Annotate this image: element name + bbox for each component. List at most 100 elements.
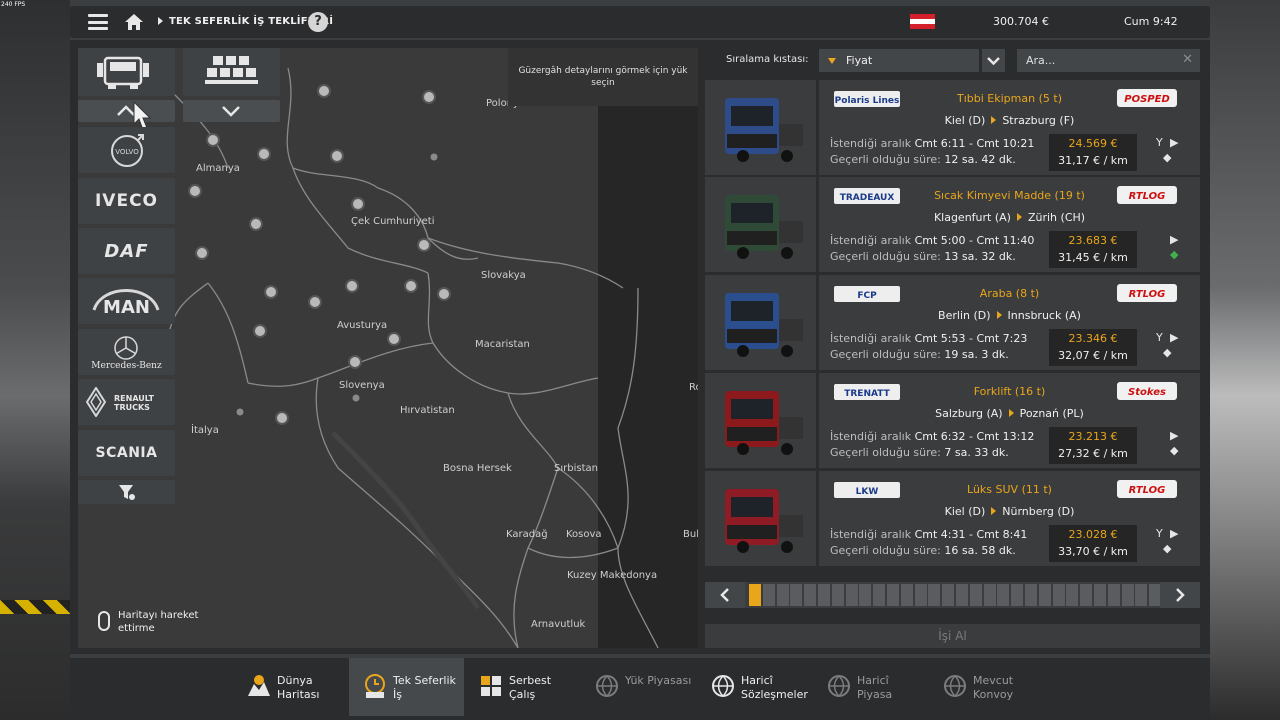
page-indicator[interactable]	[1121, 584, 1134, 606]
filter-collapse-button[interactable]	[78, 100, 175, 122]
city-marker[interactable]	[264, 285, 278, 299]
job-offer-card[interactable]: FCP RTLOG Araba (8 t) Berlin (D) Innsbruc…	[705, 275, 1200, 370]
page-indicator[interactable]	[887, 584, 899, 606]
page-indicator[interactable]	[776, 584, 789, 606]
cargo-name: Sıcak Kimyevi Madde (19 t)	[934, 189, 1085, 202]
page-indicator[interactable]	[804, 584, 817, 606]
bottom-nav: Dünya Haritası Tek Seferlik İş Serbest Çalı…	[70, 658, 1210, 720]
filter-brand-mercedes[interactable]: Mercedes-Benz	[78, 329, 175, 375]
nav-tab-convoy[interactable]: Mevcut Konvoy	[929, 658, 1044, 716]
city-marker[interactable]	[188, 184, 202, 198]
page-indicator[interactable]	[1094, 584, 1106, 606]
prev-page-button[interactable]	[705, 582, 745, 608]
filter-brand-scania[interactable]: SCANIA	[78, 430, 175, 476]
city-marker[interactable]	[317, 84, 331, 98]
page-indicator[interactable]	[1052, 584, 1065, 606]
chevron-left-icon	[720, 588, 729, 602]
page-indicator[interactable]	[956, 584, 968, 606]
route-arrow-icon	[1016, 213, 1022, 221]
page-indicator[interactable]	[762, 584, 775, 606]
page-indicator[interactable]	[845, 584, 858, 606]
filter-brand-volvo[interactable]: VOLVO	[78, 127, 175, 173]
city-marker[interactable]	[348, 355, 362, 369]
map-label-bul: Bul	[683, 529, 698, 540]
job-offer-card[interactable]: LKW RTLOG Lüks SUV (11 t) Kiel (D) Nürnbe…	[705, 471, 1200, 566]
filter-brand-daf[interactable]: DAF	[78, 228, 175, 274]
city-marker[interactable]	[345, 279, 359, 293]
page-indicator[interactable]	[969, 584, 982, 606]
filter-options-button[interactable]	[78, 480, 175, 504]
city-marker[interactable]	[275, 411, 289, 425]
page-indicator[interactable]	[1038, 584, 1051, 606]
page-indicator[interactable]	[790, 584, 803, 606]
route-from: Kiel (D)	[944, 505, 986, 518]
breadcrumb-arrow-icon	[158, 17, 163, 25]
city-marker[interactable]	[330, 149, 344, 163]
city-marker[interactable]	[404, 279, 418, 293]
page-indicator[interactable]	[1080, 584, 1093, 606]
city-marker[interactable]	[257, 147, 271, 161]
page-indicator[interactable]	[900, 584, 913, 606]
job-price-per-km: 27,32 € / km	[1058, 447, 1128, 460]
page-indicator[interactable]	[859, 584, 872, 606]
filter-brand-man[interactable]: MAN	[78, 278, 175, 324]
sort-dropdown-toggle[interactable]	[982, 49, 1005, 72]
page-indicator[interactable]	[873, 584, 886, 606]
page-indicator[interactable]	[914, 584, 927, 606]
page-indicator[interactable]	[942, 584, 955, 606]
page-indicator[interactable]	[1066, 584, 1079, 606]
nav-tab-globe-contracts[interactable]: Haricî Sözleşmeler	[697, 658, 812, 716]
city-marker[interactable]	[195, 246, 209, 260]
clear-search-icon[interactable]: ✕	[1182, 52, 1193, 67]
city-marker[interactable]	[249, 217, 263, 231]
filter-cargo-type-button[interactable]	[183, 48, 280, 96]
page-indicator[interactable]	[831, 584, 844, 606]
job-price-per-km: 31,45 € / km	[1058, 251, 1128, 264]
route-arrow-icon	[1008, 409, 1014, 417]
filter-brand-renault[interactable]: RENAULT TRUCKS	[78, 379, 175, 425]
nav-tab-cargo-market[interactable]: Yük Piyasası	[581, 658, 696, 716]
page-indicator[interactable]	[1107, 584, 1120, 606]
route-from: Klagenfurt (A)	[933, 211, 1011, 224]
filter-truck-type-button[interactable]	[78, 48, 175, 96]
page-indicator[interactable]	[818, 584, 830, 606]
next-page-button[interactable]	[1160, 582, 1200, 608]
page-indicator[interactable]	[983, 584, 996, 606]
job-offer-card[interactable]: Polaris Lines POSPED Tıbbi Ekipman (5 t)…	[705, 80, 1200, 175]
take-job-button[interactable]: İşi Al	[705, 624, 1200, 648]
nav-tab-world-map[interactable]: Dünya Haritası	[233, 658, 348, 716]
city-marker[interactable]	[206, 133, 220, 147]
city-marker[interactable]	[253, 324, 267, 338]
page-indicator[interactable]	[928, 584, 941, 606]
job-offer-card[interactable]: TRADEAUX RTLOG Sıcak Kimyevi Madde (19 t…	[705, 177, 1200, 272]
job-offer-card[interactable]: TRENATT Stokes Forklift (16 t) Salzburg …	[705, 373, 1200, 468]
menu-icon[interactable]	[88, 14, 108, 30]
nav-tab-clock-job[interactable]: Tek Seferlik İş	[349, 658, 464, 716]
filter-brand-iveco[interactable]: IVECO	[78, 178, 175, 224]
city-marker[interactable]	[417, 238, 431, 252]
home-icon[interactable]	[124, 13, 144, 31]
nav-tab-globe-market[interactable]: Haricî Piyasa	[813, 658, 928, 716]
delivery-window: İstendiği aralık Cmt 6:32 - Cmt 13:12	[830, 430, 1034, 443]
filter-funnel-icon	[119, 485, 135, 500]
city-marker[interactable]	[422, 90, 436, 104]
filter-expand-button[interactable]	[183, 100, 280, 122]
help-button[interactable]: ?	[308, 12, 328, 32]
page-indicator[interactable]	[749, 584, 761, 606]
sort-dropdown[interactable]: Fiyat	[819, 49, 979, 72]
job-attributes-icon: Y ▶ ◆	[1156, 136, 1179, 164]
page-indicator[interactable]	[1025, 584, 1037, 606]
search-input[interactable]: Ara... ✕	[1017, 49, 1200, 72]
city-marker[interactable]	[387, 332, 401, 346]
truck-icon	[725, 293, 803, 357]
job-info: Polaris Lines POSPED Tıbbi Ekipman (5 t)…	[819, 80, 1200, 175]
page-indicator[interactable]	[1135, 584, 1148, 606]
cargo-market-icon	[593, 672, 621, 700]
nav-tab-freight[interactable]: Serbest Çalış	[465, 658, 580, 716]
page-indicator[interactable]	[1011, 584, 1024, 606]
delivery-window-label: İstendiği aralık	[830, 332, 912, 345]
page-indicator[interactable]	[997, 584, 1010, 606]
city-marker[interactable]	[437, 287, 451, 301]
city-marker[interactable]	[351, 197, 365, 211]
city-marker[interactable]	[308, 295, 322, 309]
